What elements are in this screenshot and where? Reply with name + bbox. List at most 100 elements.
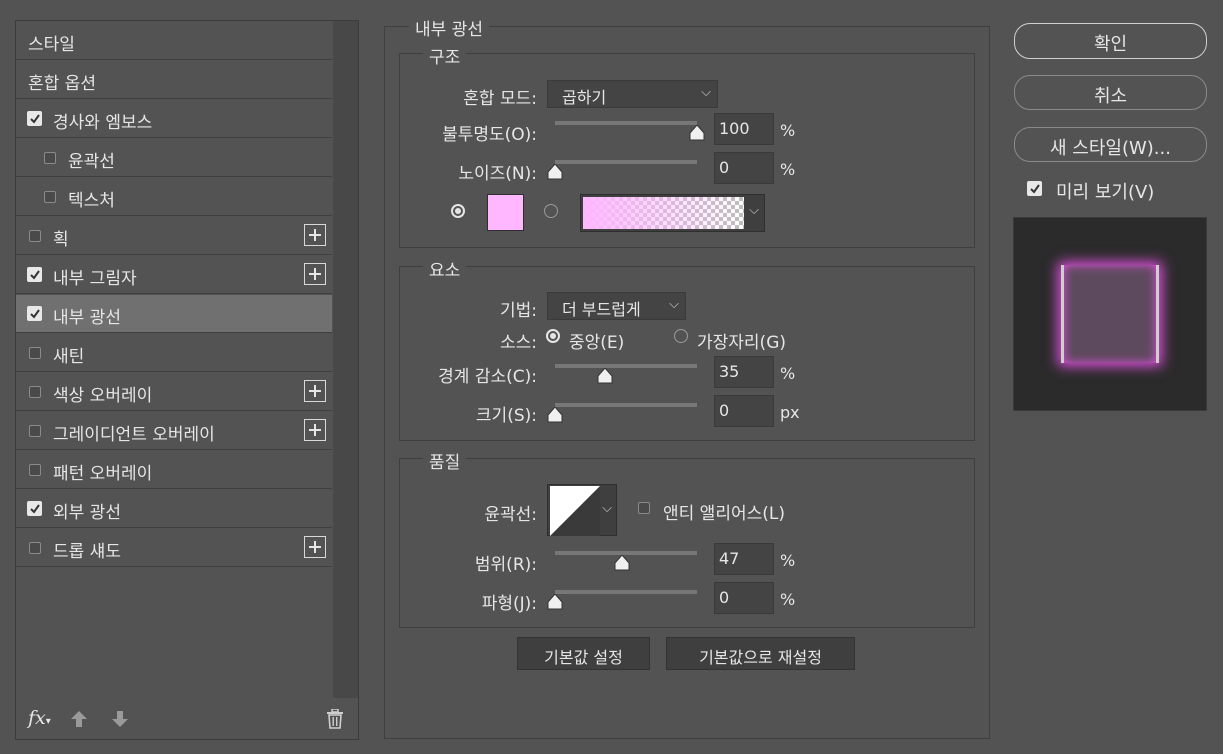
noise-label: 노이즈(N): [458, 164, 537, 184]
source-edge-label[interactable]: 가장자리(G) [697, 328, 786, 353]
style-item[interactable]: 새틴 [16, 334, 332, 372]
opacity-unit: % [780, 121, 796, 140]
blend-mode-dropdown[interactable]: 곱하기 ⌵ [547, 80, 718, 108]
noise-input[interactable]: 0 [714, 152, 774, 184]
style-item-checkbox[interactable] [29, 542, 41, 554]
plus-icon[interactable] [304, 536, 326, 558]
gradient-radio[interactable] [544, 204, 558, 218]
arrow-down-icon[interactable] [111, 710, 129, 733]
trash-icon[interactable] [326, 708, 344, 734]
opacity-slider-track[interactable] [555, 121, 697, 125]
size-input[interactable]: 0 [714, 395, 774, 427]
structure-title: 구조 [423, 43, 467, 68]
quality-title: 품질 [423, 448, 467, 473]
style-item-checkbox[interactable] [29, 230, 41, 242]
panel-title: 내부 광선 [409, 15, 489, 40]
style-item-label: 내부 그림자 [53, 269, 137, 289]
anti-alias-label[interactable]: 앤티 앨리어스(L) [663, 499, 785, 524]
cancel-button[interactable]: 취소 [1014, 75, 1207, 110]
jitter-input[interactable]: 0 [714, 582, 774, 614]
style-item-checkbox[interactable] [29, 464, 41, 476]
preview-checkbox[interactable] [1027, 181, 1042, 196]
style-item[interactable]: 외부 광선 [16, 490, 332, 528]
style-item-checkbox[interactable] [27, 501, 42, 516]
style-item-checkbox[interactable] [29, 386, 41, 398]
style-item[interactable]: 획 [16, 217, 332, 255]
choke-slider-track[interactable] [555, 364, 697, 368]
style-item-checkbox[interactable] [27, 111, 42, 126]
style-item-label: 획 [53, 230, 69, 250]
fx-icon[interactable]: fx▾ [28, 707, 51, 729]
style-item[interactable]: 윤곽선 [16, 139, 332, 177]
range-label: 범위(R): [474, 555, 537, 575]
style-item-checkbox[interactable] [29, 347, 41, 359]
plus-icon[interactable] [304, 224, 326, 246]
size-label: 크기(S): [475, 406, 537, 426]
plus-icon[interactable] [304, 380, 326, 402]
style-item-checkbox[interactable] [29, 425, 41, 437]
blend-mode-value: 곱하기 [562, 88, 607, 107]
blend-mode-label: 혼합 모드: [463, 89, 537, 109]
style-item-label: 색상 오버레이 [53, 386, 153, 406]
jitter-slider-track[interactable] [555, 590, 697, 594]
opacity-input[interactable]: 100 [714, 113, 774, 145]
noise-slider-track[interactable] [555, 160, 697, 164]
style-item[interactable]: 색상 오버레이 [16, 373, 332, 411]
reset-default-button[interactable]: 기본값으로 재설정 [666, 637, 855, 670]
anti-alias-checkbox[interactable] [638, 502, 650, 514]
style-item-checkbox[interactable] [44, 152, 56, 164]
style-item-label: 외부 광선 [53, 503, 121, 523]
contour-picker[interactable]: ⌵ [547, 484, 617, 536]
range-unit: % [780, 551, 796, 570]
jitter-unit: % [780, 590, 796, 609]
source-center-label[interactable]: 중앙(E) [569, 328, 624, 353]
style-item[interactable]: 경사와 엠보스 [16, 100, 332, 138]
range-input[interactable]: 47 [714, 543, 774, 575]
style-item-label: 스타일 [28, 35, 75, 55]
style-item[interactable]: 혼합 옵션 [16, 61, 332, 99]
style-item[interactable]: 내부 그림자 [16, 256, 332, 294]
style-item[interactable]: 패턴 오버레이 [16, 451, 332, 489]
arrow-up-icon[interactable] [70, 710, 88, 733]
style-item-checkbox[interactable] [44, 191, 56, 203]
source-center-radio[interactable] [546, 329, 560, 343]
style-item[interactable]: 텍스처 [16, 178, 332, 216]
opacity-label: 불투명도(O): [442, 125, 537, 145]
new-style-button[interactable]: 새 스타일(W)... [1014, 127, 1207, 162]
style-item-checkbox[interactable] [27, 306, 42, 321]
style-item[interactable]: 드롭 섀도 [16, 529, 332, 567]
plus-icon[interactable] [304, 263, 326, 285]
make-default-button[interactable]: 기본값 설정 [517, 637, 650, 670]
style-item[interactable]: 스타일 [16, 22, 332, 60]
style-item[interactable]: 내부 광선 [16, 295, 332, 333]
preview-square [1061, 265, 1159, 363]
chevron-down-icon: ⌵ [701, 85, 711, 100]
style-item-label: 내부 광선 [53, 308, 121, 328]
technique-value: 더 부드럽게 [562, 300, 641, 319]
size-slider-track[interactable] [555, 403, 697, 407]
plus-icon[interactable] [304, 419, 326, 441]
source-edge-radio[interactable] [674, 329, 688, 343]
styles-list-scrollbar[interactable] [333, 21, 358, 698]
technique-label: 기법: [499, 301, 537, 321]
size-unit: px [780, 403, 800, 422]
style-item[interactable]: 그레이디언트 오버레이 [16, 412, 332, 450]
style-item-label: 그레이디언트 오버레이 [53, 425, 215, 445]
gradient-preview [583, 197, 744, 229]
glow-color-swatch[interactable] [487, 194, 524, 231]
choke-label: 경계 감소(C): [438, 367, 537, 387]
solid-color-radio[interactable] [451, 204, 465, 218]
style-item-label: 텍스처 [68, 191, 115, 211]
preview-label[interactable]: 미리 보기(V) [1056, 178, 1154, 204]
contour-preview-icon [550, 486, 600, 536]
chevron-down-icon: ⌵ [669, 297, 679, 312]
style-item-checkbox[interactable] [27, 267, 42, 282]
choke-input[interactable]: 35 [714, 356, 774, 388]
style-item-label: 경사와 엠보스 [53, 113, 153, 133]
ok-button[interactable]: 확인 [1014, 23, 1207, 59]
preview-thumbnail [1013, 217, 1207, 411]
choke-unit: % [780, 364, 796, 383]
technique-dropdown[interactable]: 더 부드럽게 ⌵ [547, 292, 686, 320]
gradient-picker[interactable]: ⌵ [580, 194, 765, 232]
style-item-label: 패턴 오버레이 [53, 464, 153, 484]
